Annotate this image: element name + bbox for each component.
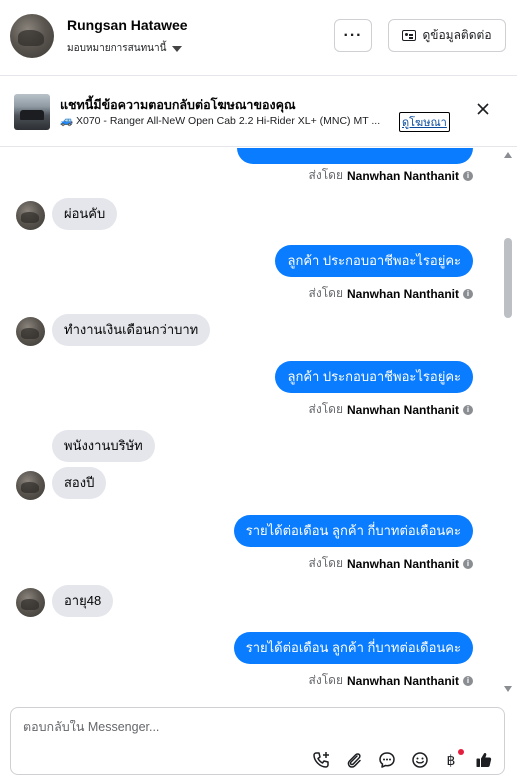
sent-by-label: ส่งโดย Nanwhan Nanthanit i	[309, 284, 473, 303]
message-bubble-outgoing	[237, 148, 473, 164]
scrollbar-thumb[interactable]	[504, 238, 512, 318]
notification-dot	[458, 749, 464, 755]
info-icon[interactable]: i	[463, 288, 473, 299]
info-icon[interactable]: i	[463, 675, 473, 686]
svg-text:฿: ฿	[447, 753, 456, 769]
info-icon[interactable]: i	[463, 558, 473, 569]
view-contact-button[interactable]: ดูข้อมูลติดต่อ	[388, 19, 506, 52]
reply-composer: ฿	[10, 707, 505, 775]
sent-by-label: ส่งโดย Nanwhan Nanthanit i	[309, 671, 473, 690]
message-bubble-incoming: ทำงานเงินเดือนกว่าบาท	[52, 314, 211, 346]
phone-plus-icon[interactable]	[311, 750, 331, 770]
paperclip-icon[interactable]	[344, 750, 364, 770]
chat-bubble-icon[interactable]	[377, 750, 397, 770]
view-contact-label: ดูข้อมูลติดต่อ	[422, 28, 492, 42]
thumbs-up-icon[interactable]	[474, 750, 494, 770]
ad-reply-banner: แชทนี้มีข้อความตอบกลับต่อโฆษณาของคุณ 🚙 X…	[0, 77, 517, 147]
scroll-down-icon[interactable]	[504, 686, 512, 692]
ad-thumbnail	[14, 94, 50, 130]
contact-name[interactable]: Rungsan Hatawee	[67, 17, 188, 33]
conversation-header: Rungsan Hatawee มอบหมายการสนทนานี้ ··· ด…	[0, 0, 517, 76]
emoji-icon[interactable]	[410, 750, 430, 770]
scroll-up-icon[interactable]	[504, 152, 512, 158]
caret-down-icon	[172, 45, 183, 52]
thread-scrollbar[interactable]	[503, 152, 513, 692]
message-thread: ส่งโดย Nanwhan Nanthanit i ผ่อนคับ ลูกค้า …	[0, 148, 517, 696]
contact-avatar[interactable]	[10, 14, 54, 58]
message-bubble-incoming: สองปี	[52, 467, 107, 499]
contact-avatar-small	[16, 588, 45, 617]
message-bubble-outgoing: รายได้ต่อเดือน ลูกค้า กี่บาทต่อเดือนคะ	[233, 632, 473, 664]
view-ad-link[interactable]: ดูโฆษณา	[399, 112, 450, 132]
message-bubble-incoming: ผ่อนคับ	[52, 198, 118, 230]
more-options-button[interactable]: ···	[334, 19, 372, 52]
message-bubble-outgoing: รายได้ต่อเดือน ลูกค้า กี่บาทต่อเดือนคะ	[233, 515, 473, 547]
ad-banner-subtitle: 🚙 X070 - Ranger All-NeW Open Cab 2.2 Hi-…	[60, 115, 381, 127]
contact-avatar-small	[16, 317, 45, 346]
contact-avatar-small	[16, 201, 45, 230]
assign-conversation-dropdown[interactable]: มอบหมายการสนทนานี้	[67, 41, 183, 56]
info-icon[interactable]: i	[463, 170, 473, 181]
sent-by-label: ส่งโดย Nanwhan Nanthanit i	[309, 554, 473, 573]
info-icon[interactable]: i	[463, 404, 473, 415]
message-bubble-outgoing: ลูกค้า ประกอบอาชีพอะไรอยู่คะ	[275, 245, 473, 277]
reply-input[interactable]	[23, 720, 483, 734]
contact-card-icon	[402, 30, 417, 41]
message-bubble-outgoing: ลูกค้า ประกอบอาชีพอะไรอยู่คะ	[275, 361, 473, 393]
contact-avatar-small	[16, 471, 45, 500]
close-icon[interactable]	[474, 100, 492, 118]
sent-by-label: ส่งโดย Nanwhan Nanthanit i	[309, 166, 473, 185]
assign-label: มอบหมายการสนทนานี้	[67, 43, 167, 54]
sent-by-label: ส่งโดย Nanwhan Nanthanit i	[309, 400, 473, 419]
ad-banner-title: แชทนี้มีข้อความตอบกลับต่อโฆษณาของคุณ	[60, 98, 296, 112]
message-bubble-incoming: อายุ48	[52, 585, 114, 617]
message-bubble-incoming: พนังงานบริษัท	[52, 430, 155, 462]
